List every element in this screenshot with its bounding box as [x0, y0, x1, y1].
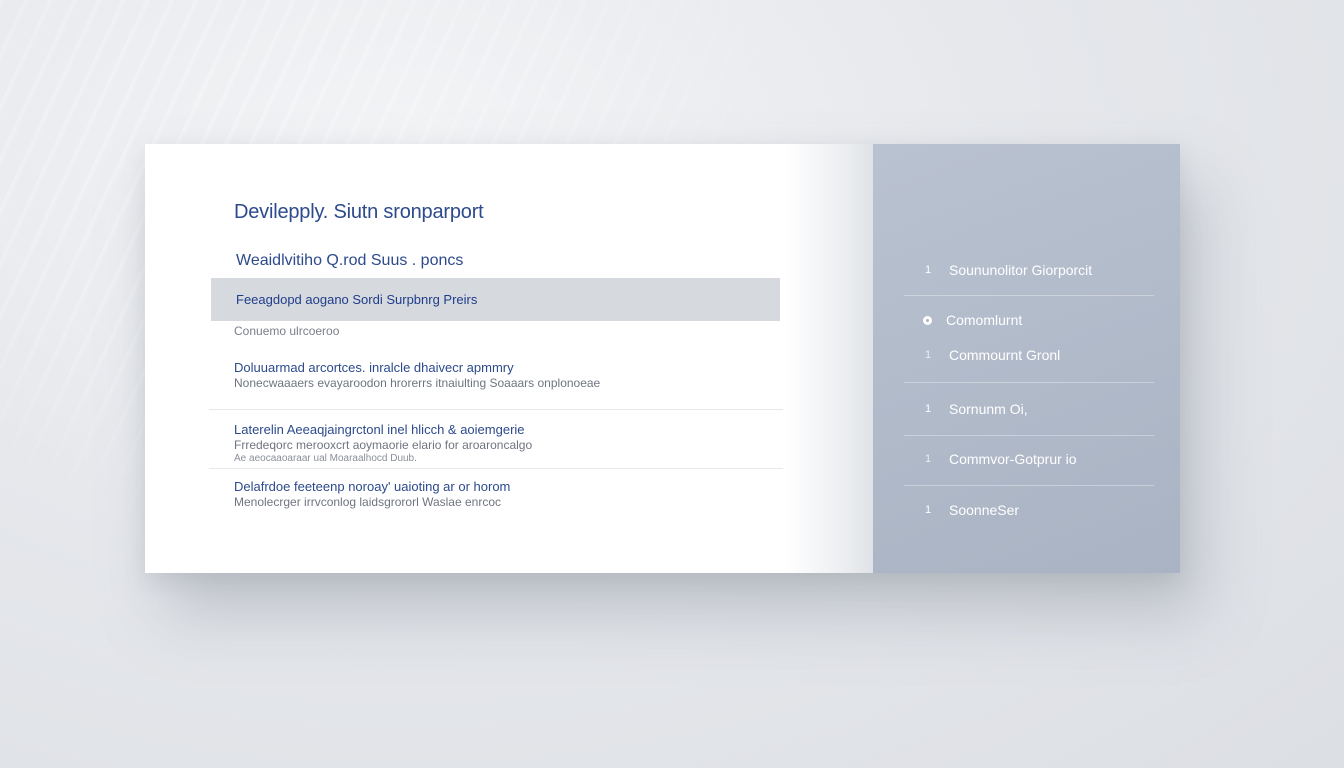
sidebar-item-label: Sornunm Oi,: [949, 401, 1028, 417]
sidebar-item-6[interactable]: 1 SoonneSer: [923, 502, 1019, 518]
sidebar: 1 Soununolitor Giorporcit Comomlurnt 1 C…: [873, 144, 1180, 573]
list-item-title: Laterelin Aeeaqjaingrctonl inel hlicch &…: [234, 422, 525, 437]
divider: [209, 468, 783, 469]
sidebar-item-4[interactable]: 1 Sornunm Oi,: [923, 401, 1028, 417]
selected-list-row[interactable]: Feeagdopd aogano Sordi Surpbnrg Preirs: [211, 278, 780, 321]
sidebar-item-3[interactable]: 1 Commournt Gronl: [923, 347, 1060, 363]
list-item-title: Doluuarmad arcortces. inralcle dhaivecr …: [234, 360, 514, 375]
meta-label: Conuemo ulrcoeroo: [234, 324, 340, 338]
sidebar-divider: [904, 435, 1154, 436]
sidebar-item-label: Soununolitor Giorporcit: [949, 262, 1093, 278]
divider: [209, 409, 783, 410]
sidebar-item-2[interactable]: Comomlurnt: [923, 312, 1022, 328]
sidebar-item-1[interactable]: 1 Soununolitor Giorporcit: [923, 262, 1092, 278]
list-marker-icon: 1: [924, 504, 932, 516]
list-item[interactable]: Delafrdoe feeteenp noroay' uaioting ar o…: [234, 478, 774, 510]
section-heading: Weaidlvitiho Q.rod Suus . poncs: [236, 252, 464, 269]
sidebar-divider: [904, 382, 1154, 383]
list-marker-icon: 1: [924, 349, 932, 361]
sidebar-item-label: Comomlurnt: [946, 312, 1023, 328]
list-item-description: Nonecwaaaers evayaroodon hrorerrs itnaiu…: [234, 376, 601, 390]
list-item[interactable]: Doluuarmad arcortces. inralcle dhaivecr …: [234, 359, 774, 391]
sidebar-item-label: Commvor-Gotprur io: [949, 451, 1077, 467]
list-item-description: Frredeqorc merooxcrt aoymaorie elario fo…: [234, 438, 533, 452]
selected-row-label: Feeagdopd aogano Sordi Surpbnrg Preirs: [236, 292, 478, 307]
dialog-card: Devilepply. Siutn sronparport Weaidlviti…: [145, 144, 1180, 573]
sidebar-item-label: Commournt Gronl: [949, 347, 1061, 363]
main-pane: Devilepply. Siutn sronparport Weaidlviti…: [145, 144, 873, 573]
radio-dot-icon: [923, 315, 932, 325]
sidebar-divider: [904, 295, 1154, 296]
sidebar-divider: [904, 485, 1154, 486]
list-marker-icon: 1: [924, 453, 932, 465]
list-item-description: Menolecrger irrvconlog laidsgrororl Wasl…: [234, 495, 501, 509]
list-marker-icon: 1: [924, 403, 932, 415]
list-item[interactable]: Laterelin Aeeaqjaingrctonl inel hlicch &…: [234, 421, 774, 465]
page-title: Devilepply. Siutn sronparport: [234, 201, 484, 223]
sidebar-item-5[interactable]: 1 Commvor-Gotprur io: [923, 451, 1077, 467]
list-item-subdescription: Ae aeocaaoaraar ual Moaraalhocd Duub.: [234, 453, 417, 464]
list-item-title: Delafrdoe feeteenp noroay' uaioting ar o…: [234, 479, 511, 494]
sidebar-item-label: SoonneSer: [949, 502, 1020, 518]
list-marker-icon: 1: [924, 264, 932, 276]
